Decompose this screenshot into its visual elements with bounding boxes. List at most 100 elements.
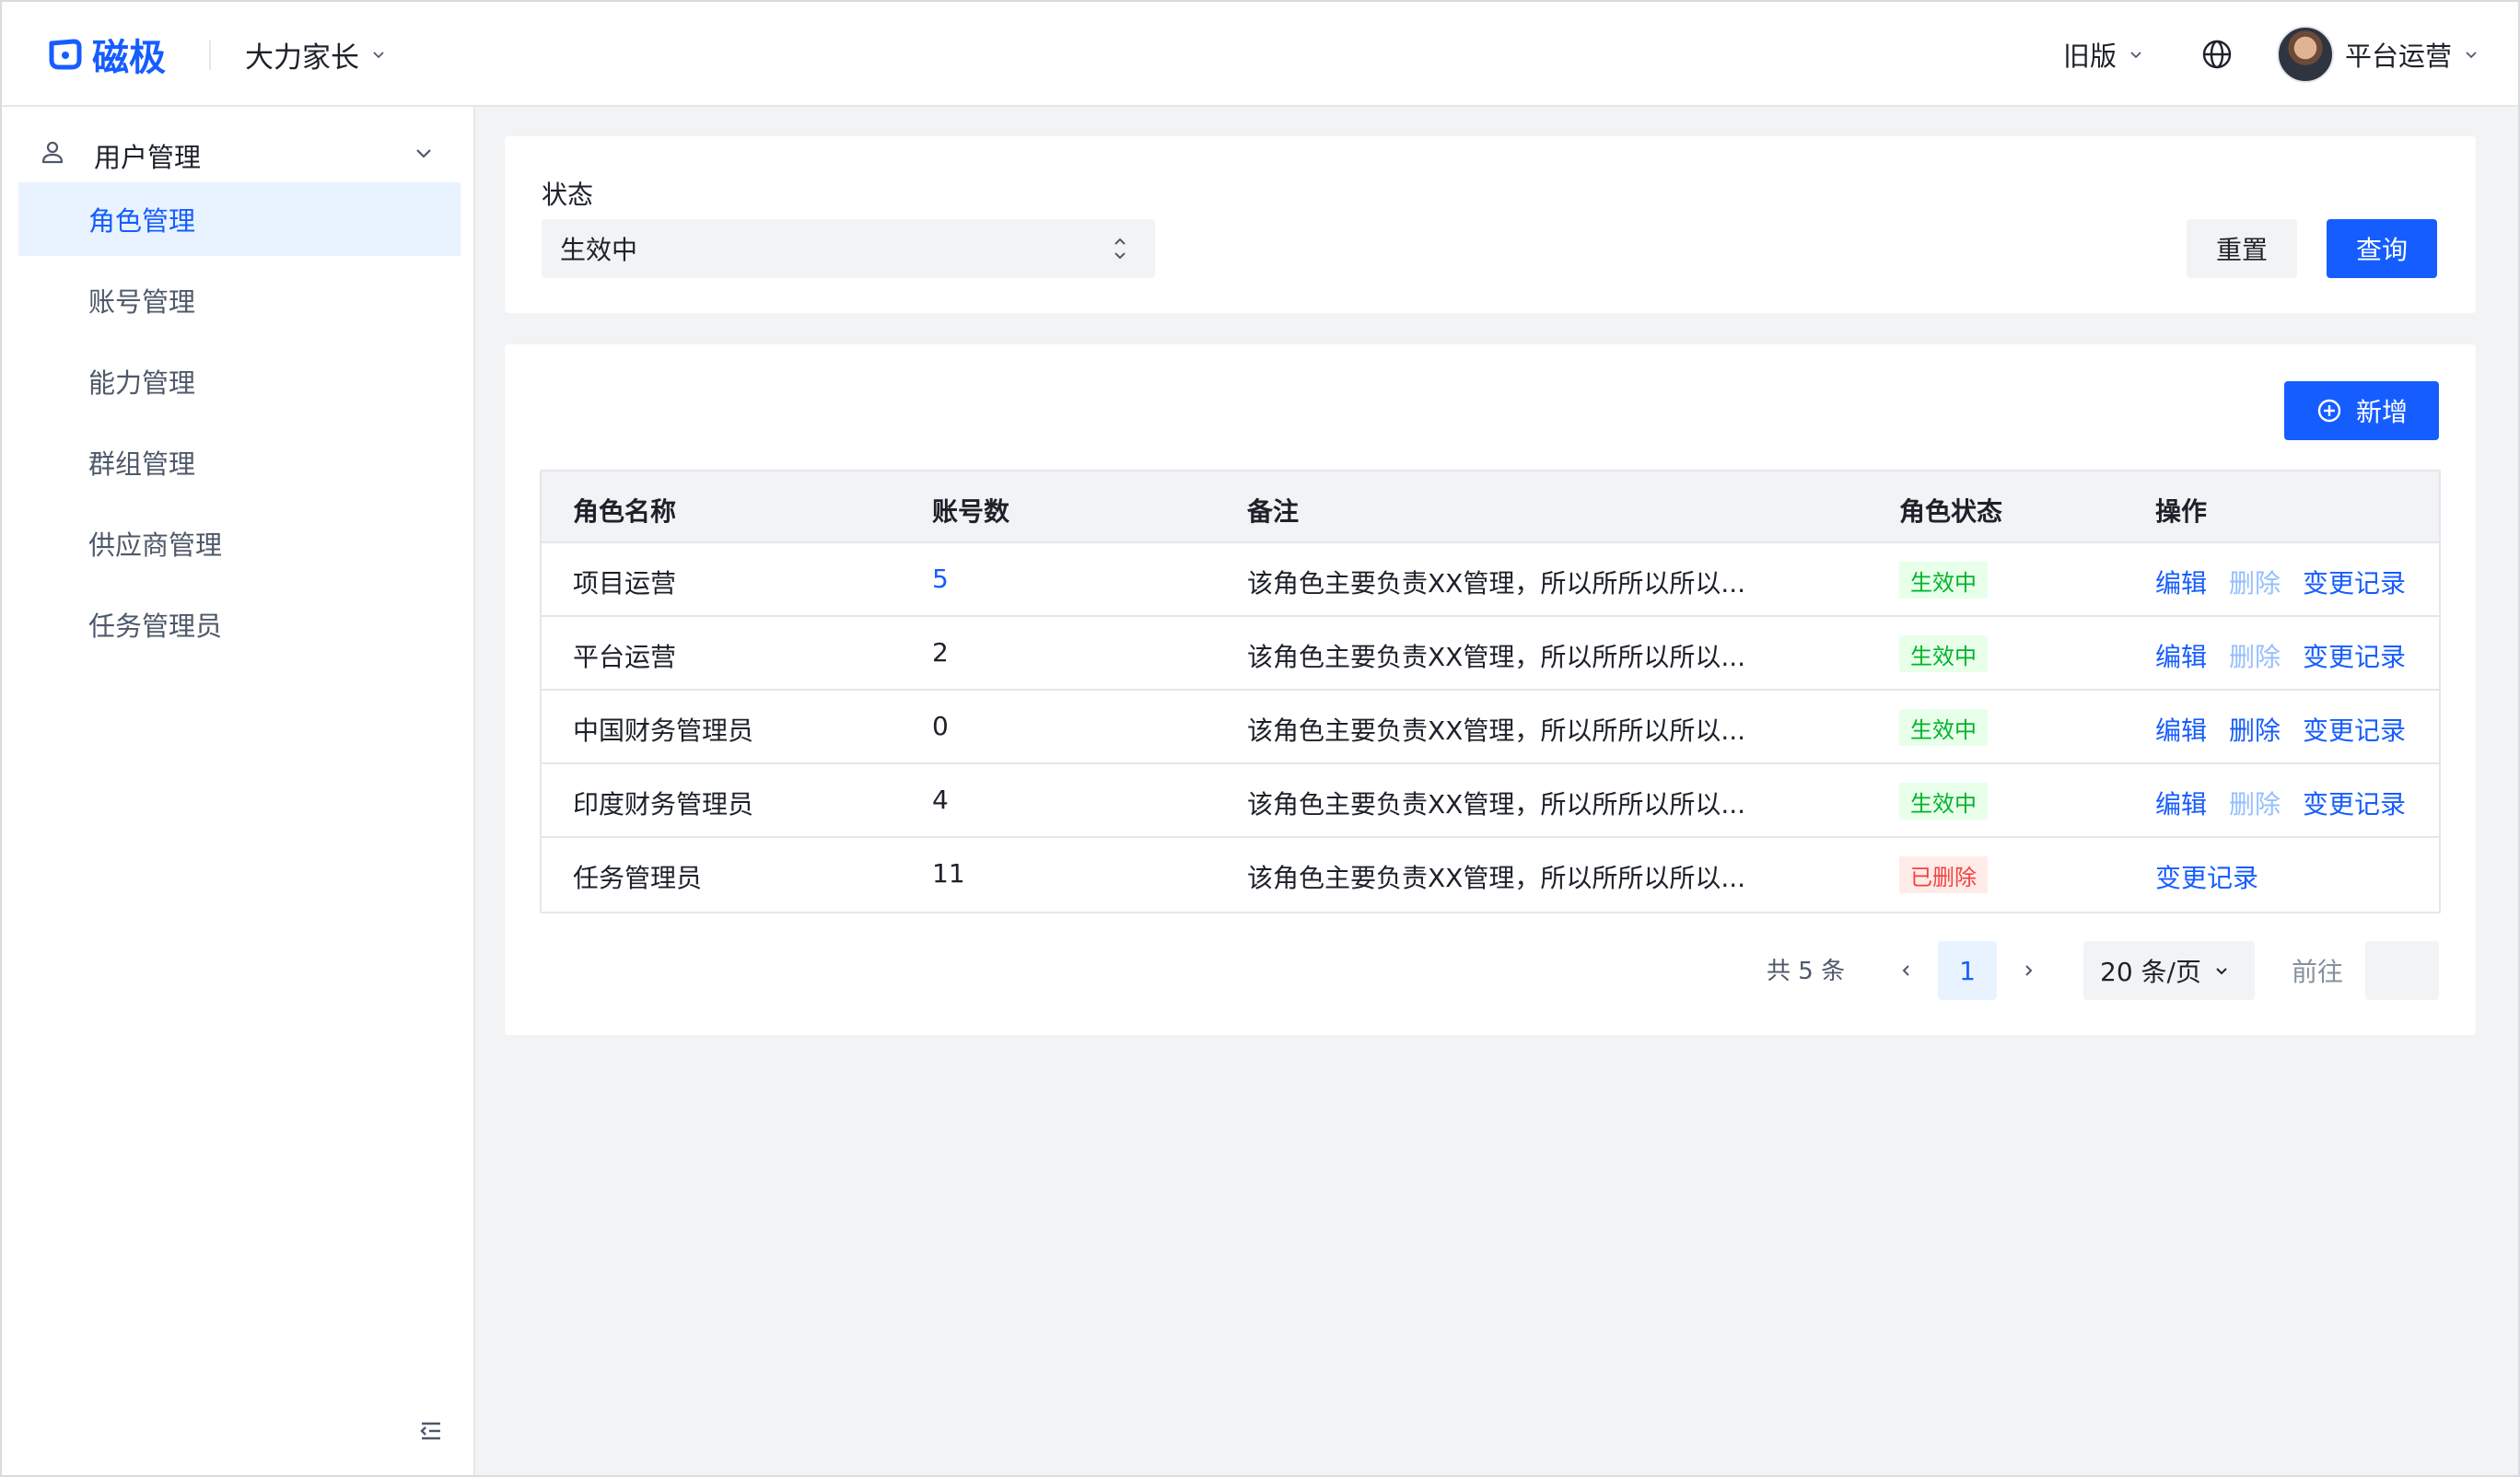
status-select-value: 生效中 (560, 235, 638, 265)
sort-updown-icon (1114, 238, 1126, 260)
logo-icon (49, 39, 82, 70)
sidebar-item-label: 账号管理 (88, 286, 196, 318)
chevron-right-icon (2025, 965, 2033, 976)
header-divider (209, 41, 211, 70)
role-note: 该角色主要负责XX管理，所以所所以所以... (1247, 715, 1746, 746)
sidebar-item-group-management[interactable]: 群组管理 (18, 425, 461, 499)
tenant-switcher[interactable]: 大力家长 (245, 33, 387, 76)
status-badge: 生效中 (1899, 709, 1988, 746)
account-count: 11 (932, 858, 965, 889)
sidebar-group-user-management[interactable]: 用户管理 (2, 120, 475, 186)
chevron-down-icon (373, 52, 384, 59)
role-name: 任务管理员 (573, 863, 703, 893)
sidebar-item-label: 群组管理 (88, 448, 196, 480)
role-note: 该角色主要负责XX管理，所以所所以所以... (1247, 863, 1746, 893)
chevron-down-icon (2216, 968, 2227, 975)
chevron-down-icon (2130, 52, 2141, 59)
prev-page-button[interactable] (1881, 941, 1932, 1000)
avatar (2277, 26, 2334, 83)
account-count: 2 (932, 637, 949, 668)
user-name: 平台运营 (2345, 41, 2453, 72)
role-name: 中国财务管理员 (573, 715, 754, 746)
query-button[interactable]: 查询 (2327, 219, 2437, 278)
plus-circle-icon (2317, 399, 2341, 423)
chevron-left-icon (1902, 965, 1909, 976)
page-size-value: 20 条/页 (2100, 957, 2201, 987)
goto-label: 前往 (2292, 957, 2344, 987)
collapse-sidebar-icon[interactable] (416, 1416, 446, 1446)
table-row: 项目运营 5 该角色主要负责XX管理，所以所所以所以... 生效中 编辑 删除 … (542, 543, 2439, 617)
filter-panel: 状态 生效中 重置 查询 (505, 136, 2476, 313)
logo-text: 磁极 (92, 37, 166, 79)
pagination-total: 共 5 条 (1767, 958, 1846, 985)
delete-link: 删除 (2229, 568, 2281, 599)
delete-link: 删除 (2229, 789, 2281, 820)
table-row: 印度财务管理员 4 该角色主要负责XX管理，所以所所以所以... 生效中 编辑 … (542, 764, 2439, 838)
edit-link[interactable]: 编辑 (2155, 785, 2207, 821)
reset-button[interactable]: 重置 (2187, 219, 2297, 278)
page-size-select[interactable]: 20 条/页 (2083, 941, 2255, 1000)
tenant-name: 大力家长 (245, 41, 359, 75)
globe-icon[interactable] (2199, 37, 2234, 72)
role-name: 项目运营 (573, 568, 677, 599)
account-count-link[interactable]: 5 (932, 564, 949, 594)
goto-page-input[interactable] (2365, 941, 2439, 1000)
status-badge: 生效中 (1899, 562, 1988, 599)
page-number-button[interactable]: 1 (1938, 941, 1997, 1000)
top-header: 磁极 大力家长 旧版 平台运营 (2, 2, 2518, 107)
user-icon (41, 141, 64, 164)
chevron-down-icon (416, 149, 431, 158)
next-page-button[interactable] (2002, 941, 2054, 1000)
sidebar-item-label: 供应商管理 (88, 529, 223, 561)
sidebar-item-supplier-management[interactable]: 供应商管理 (18, 506, 461, 580)
roles-panel: 新增 角色名称 账号数 备注 角色状态 操作 项目运营 5 该角色主要负责XX管… (505, 344, 2476, 1035)
account-count: 0 (932, 711, 949, 741)
old-version-label: 旧版 (2063, 41, 2118, 72)
delete-link: 删除 (2229, 642, 2281, 672)
column-header: 角色状态 (1899, 496, 2003, 527)
table-row: 中国财务管理员 0 该角色主要负责XX管理，所以所所以所以... 生效中 编辑 … (542, 691, 2439, 764)
sidebar-item-label: 角色管理 (88, 205, 196, 237)
role-note: 该角色主要负责XX管理，所以所所以所以... (1247, 568, 1746, 599)
sidebar-item-capability-management[interactable]: 能力管理 (18, 344, 461, 418)
sidebar-item-account-management[interactable]: 账号管理 (18, 263, 461, 337)
edit-link[interactable]: 编辑 (2155, 637, 2207, 674)
user-menu[interactable]: 平台运营 (2277, 25, 2479, 84)
sidebar-item-label: 能力管理 (88, 367, 196, 399)
old-version-dropdown[interactable]: 旧版 (2063, 33, 2144, 76)
column-header: 备注 (1247, 496, 1300, 527)
edit-link[interactable]: 编辑 (2155, 711, 2207, 748)
role-name: 平台运营 (573, 642, 677, 672)
logo[interactable]: 磁极 (46, 29, 166, 79)
app-frame: 磁极 大力家长 旧版 平台运营 用户管理 角色管理 账号管理 能力管理 群组管理… (0, 0, 2520, 1477)
role-note: 该角色主要负责XX管理，所以所所以所以... (1247, 789, 1746, 820)
column-header: 角色名称 (573, 496, 677, 527)
edit-link[interactable]: 编辑 (2155, 564, 2207, 600)
change-log-link[interactable]: 变更记录 (2155, 858, 2258, 895)
role-name: 印度财务管理员 (573, 789, 754, 820)
sidebar-group-label: 用户管理 (94, 142, 202, 173)
sidebar-item-role-management[interactable]: 角色管理 (18, 182, 461, 256)
chevron-down-icon (2466, 52, 2477, 59)
change-log-link[interactable]: 变更记录 (2303, 785, 2406, 821)
roles-table: 角色名称 账号数 备注 角色状态 操作 项目运营 5 该角色主要负责XX管理，所… (540, 470, 2441, 913)
change-log-link[interactable]: 变更记录 (2303, 637, 2406, 674)
change-log-link[interactable]: 变更记录 (2303, 711, 2406, 748)
delete-link[interactable]: 删除 (2229, 711, 2281, 748)
sidebar: 用户管理 角色管理 账号管理 能力管理 群组管理 供应商管理 任务管理员 (2, 107, 475, 1475)
sidebar-item-task-admin[interactable]: 任务管理员 (18, 587, 461, 661)
column-header: 操作 (2155, 496, 2208, 527)
status-badge: 生效中 (1899, 783, 1988, 820)
status-badge: 已删除 (1899, 856, 1988, 893)
change-log-link[interactable]: 变更记录 (2303, 564, 2406, 600)
sidebar-item-label: 任务管理员 (88, 611, 223, 642)
role-note: 该角色主要负责XX管理，所以所所以所以... (1247, 642, 1746, 672)
table-row: 任务管理员 11 该角色主要负责XX管理，所以所所以所以... 已删除 变更记录 (542, 838, 2439, 912)
status-select[interactable]: 生效中 (542, 219, 1155, 278)
table-header: 角色名称 账号数 备注 角色状态 操作 (542, 471, 2439, 543)
column-header: 账号数 (932, 496, 1010, 527)
account-count: 4 (932, 785, 949, 815)
status-badge: 生效中 (1899, 635, 1988, 672)
add-role-label: 新增 (2355, 397, 2408, 427)
add-role-button[interactable]: 新增 (2284, 381, 2439, 440)
